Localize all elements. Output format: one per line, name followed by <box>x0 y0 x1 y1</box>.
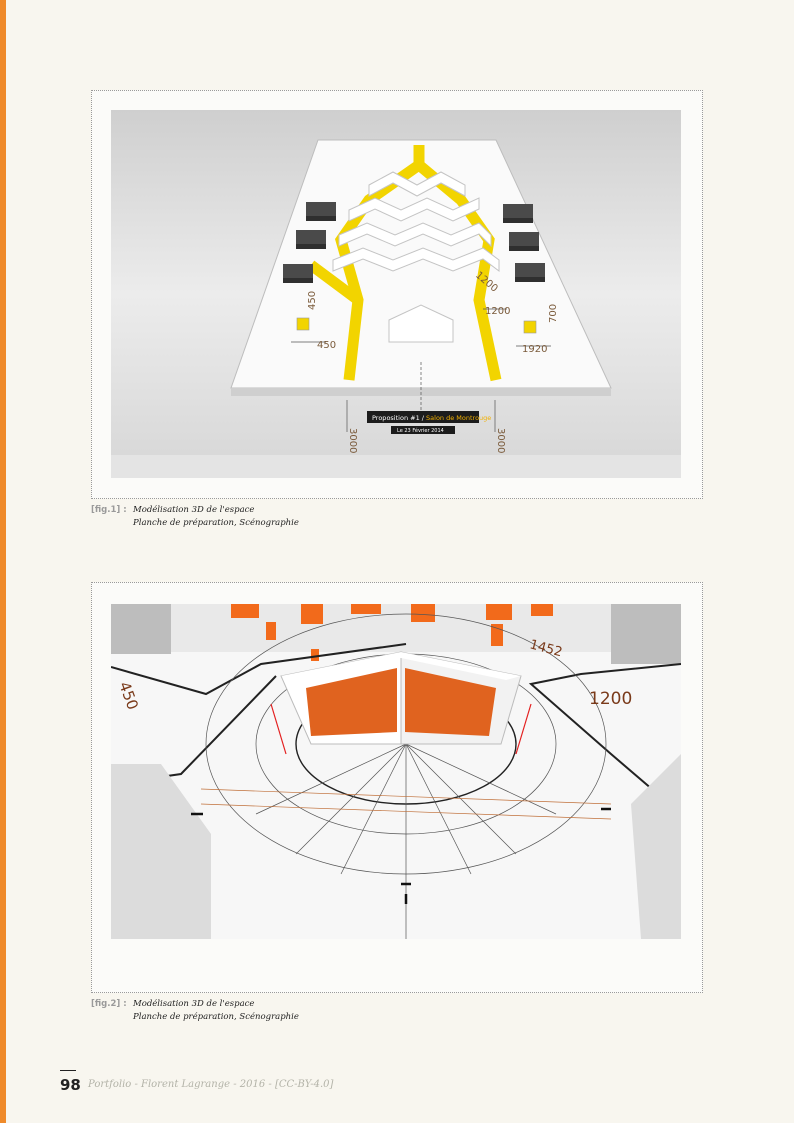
dim-label: 1200 <box>589 689 632 709</box>
sign-date: Le 23 Février 2014 <box>397 427 444 434</box>
dim-label: 3000 <box>495 428 506 453</box>
dim-label: 1920 <box>522 344 547 355</box>
figure-2-caption-line-1: Modélisation 3D de l'espace <box>133 999 255 1009</box>
figure-1-caption-line-1: Modélisation 3D de l'espace <box>133 505 255 515</box>
svg-text:Proposition #1 / Salon de Mont: Proposition #1 / Salon de Montrouge <box>372 414 491 422</box>
figure-1-caption-line-2: Planche de préparation, Scénographie <box>133 518 299 528</box>
page-number: 98 <box>60 1076 81 1094</box>
sign-highlight: Salon de Montrouge <box>426 414 491 422</box>
dim-label: 1200 <box>485 306 510 317</box>
figure-2-tag: [fig.2] : <box>91 999 127 1009</box>
dim-label: 700 <box>548 304 559 323</box>
dim-label: 3000 <box>347 428 358 453</box>
figure-2-render: 1200 1452 450 <box>111 604 681 939</box>
dim-label: 450 <box>317 340 336 351</box>
footer-credit: Portfolio - Florent Lagrange - 2016 - [C… <box>88 1079 334 1090</box>
dim-label: 450 <box>307 291 318 310</box>
figure-2-caption-line-2: Planche de préparation, Scénographie <box>133 1012 299 1022</box>
orange-side-bar <box>0 0 6 1123</box>
footer-rule <box>60 1070 76 1071</box>
figure-1-tag: [fig.1] : <box>91 505 127 515</box>
figure-1-render: 3000 3000 1200 1200 1920 450 450 700 Pro… <box>111 110 681 478</box>
sign-title: Proposition #1 / <box>372 414 426 422</box>
